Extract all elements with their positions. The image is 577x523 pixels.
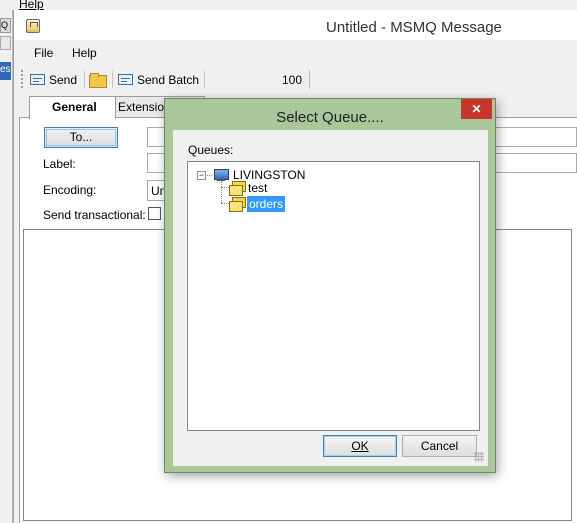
background-tab-fragment-3[interactable]: es [0, 62, 11, 80]
ok-label: OK [351, 439, 369, 453]
tree-connector [221, 187, 229, 188]
send-label: Send [49, 72, 78, 87]
background-tab-fragment-2[interactable] [0, 36, 11, 50]
cancel-label: Cancel [420, 439, 459, 453]
batch-count-field[interactable]: 100 [282, 73, 302, 87]
send-transactional-caption: Send transactional: [43, 208, 146, 222]
computer-icon [213, 168, 229, 182]
background-tab-fragment[interactable]: Q E [0, 18, 11, 33]
open-button[interactable] [89, 70, 107, 89]
tree-node-label-selected: orders [247, 196, 286, 212]
tree-connector [221, 181, 222, 203]
dialog-client-area: Queues: − LIVINGSTON test orders OK Canc… [173, 130, 488, 466]
menu-help[interactable]: Help [72, 46, 97, 60]
send-batch-label: Send Batch [137, 72, 200, 87]
toolbar-separator [204, 71, 205, 88]
tree-connector [221, 203, 229, 204]
toolbar-edge [309, 70, 310, 89]
background-app-edge [0, 10, 13, 523]
menu-file[interactable]: File [34, 46, 53, 60]
title-bar: Untitled - MSMQ Message [14, 10, 577, 40]
queue-icon [229, 181, 246, 196]
tree-node-test[interactable]: test [229, 180, 267, 196]
tree-connector [207, 174, 212, 176]
close-icon[interactable]: ✕ [461, 99, 492, 119]
window-title: Untitled - MSMQ Message [326, 19, 502, 36]
tree-node-orders[interactable]: orders [229, 196, 286, 212]
toolbar-grip[interactable] [21, 70, 24, 88]
encoding-caption: Encoding: [43, 183, 97, 197]
resize-grip[interactable] [474, 452, 484, 462]
tree-node-label: test [248, 181, 268, 195]
toolbar-separator [84, 71, 85, 88]
tab-general[interactable]: General [29, 96, 116, 119]
background-app-menubar [0, 0, 577, 10]
cancel-button[interactable]: Cancel [402, 435, 477, 457]
app-icon [26, 19, 40, 33]
envelope-icon [118, 74, 133, 85]
toolbar: Send Send Batch 100 [17, 68, 312, 91]
send-batch-button[interactable]: Send Batch [118, 70, 199, 89]
send-button[interactable]: Send [30, 70, 77, 89]
queue-tree[interactable]: − LIVINGSTON test orders [187, 161, 480, 431]
envelope-icon [30, 74, 45, 85]
send-transactional-checkbox[interactable] [148, 207, 161, 220]
dialog-title: Select Queue.... [276, 109, 384, 126]
ok-button[interactable]: OK [323, 435, 397, 457]
to-button[interactable]: To... [44, 127, 118, 148]
queues-caption: Queues: [188, 143, 234, 157]
open-folder-icon [89, 73, 107, 88]
menu-bar: File Help [14, 42, 577, 64]
select-queue-dialog: Select Queue.... ✕ Queues: − LIVINGSTON … [164, 98, 496, 473]
label-caption: Label: [43, 157, 76, 171]
toolbar-separator [112, 71, 113, 88]
collapse-icon[interactable]: − [197, 170, 206, 180]
queue-icon [229, 197, 246, 212]
